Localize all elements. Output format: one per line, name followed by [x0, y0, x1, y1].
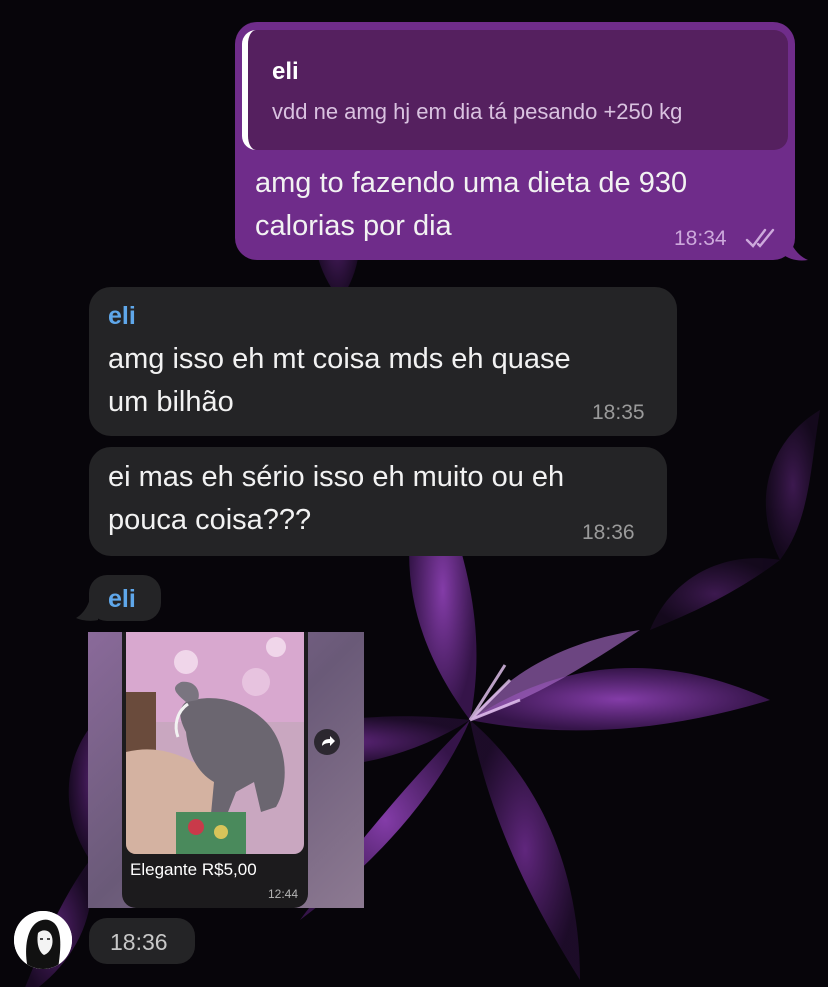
incoming-message-line2: um bilhão: [108, 386, 234, 418]
message-sender-name[interactable]: eli: [108, 585, 136, 614]
outgoing-message-line2: calorias por dia: [255, 210, 452, 242]
user-avatar-icon[interactable]: [14, 911, 72, 969]
reply-quote-sender: eli: [272, 58, 299, 85]
outgoing-message-line1: amg to fazendo uma dieta de 930: [255, 167, 688, 199]
reply-quote[interactable]: eli vdd ne amg hj em dia tá pesando +250…: [242, 30, 788, 150]
incoming-message-time: 18:35: [592, 401, 645, 424]
forward-icon: [322, 736, 335, 746]
message-sender-name[interactable]: eli: [108, 302, 136, 331]
reply-quote-text: vdd ne amg hj em dia tá pesando +250 kg: [272, 99, 683, 124]
double-check-icon: [745, 228, 775, 248]
media-caption: Elegante R$5,00: [130, 860, 257, 879]
incoming-bubble-tail: [76, 590, 98, 621]
incoming-message-time: 18:36: [582, 521, 635, 544]
incoming-message-line2: pouca coisa???: [108, 504, 312, 536]
forward-button[interactable]: [314, 729, 340, 755]
media-message-time: 18:36: [110, 929, 168, 955]
outgoing-bubble-tail: [780, 228, 808, 261]
elephant-figurine-photo[interactable]: [126, 632, 304, 854]
incoming-message-line1: ei mas eh sério isso eh muito ou eh: [108, 461, 565, 493]
forwarded-media-message[interactable]: Elegante R$5,00 12:44: [88, 632, 364, 908]
media-inner-time: 12:44: [267, 887, 298, 901]
incoming-message-line1: amg isso eh mt coisa mds eh quase: [108, 343, 571, 375]
screenshot-frame: Elegante R$5,00 12:44: [122, 632, 308, 908]
outgoing-message-time: 18:34: [674, 227, 727, 250]
